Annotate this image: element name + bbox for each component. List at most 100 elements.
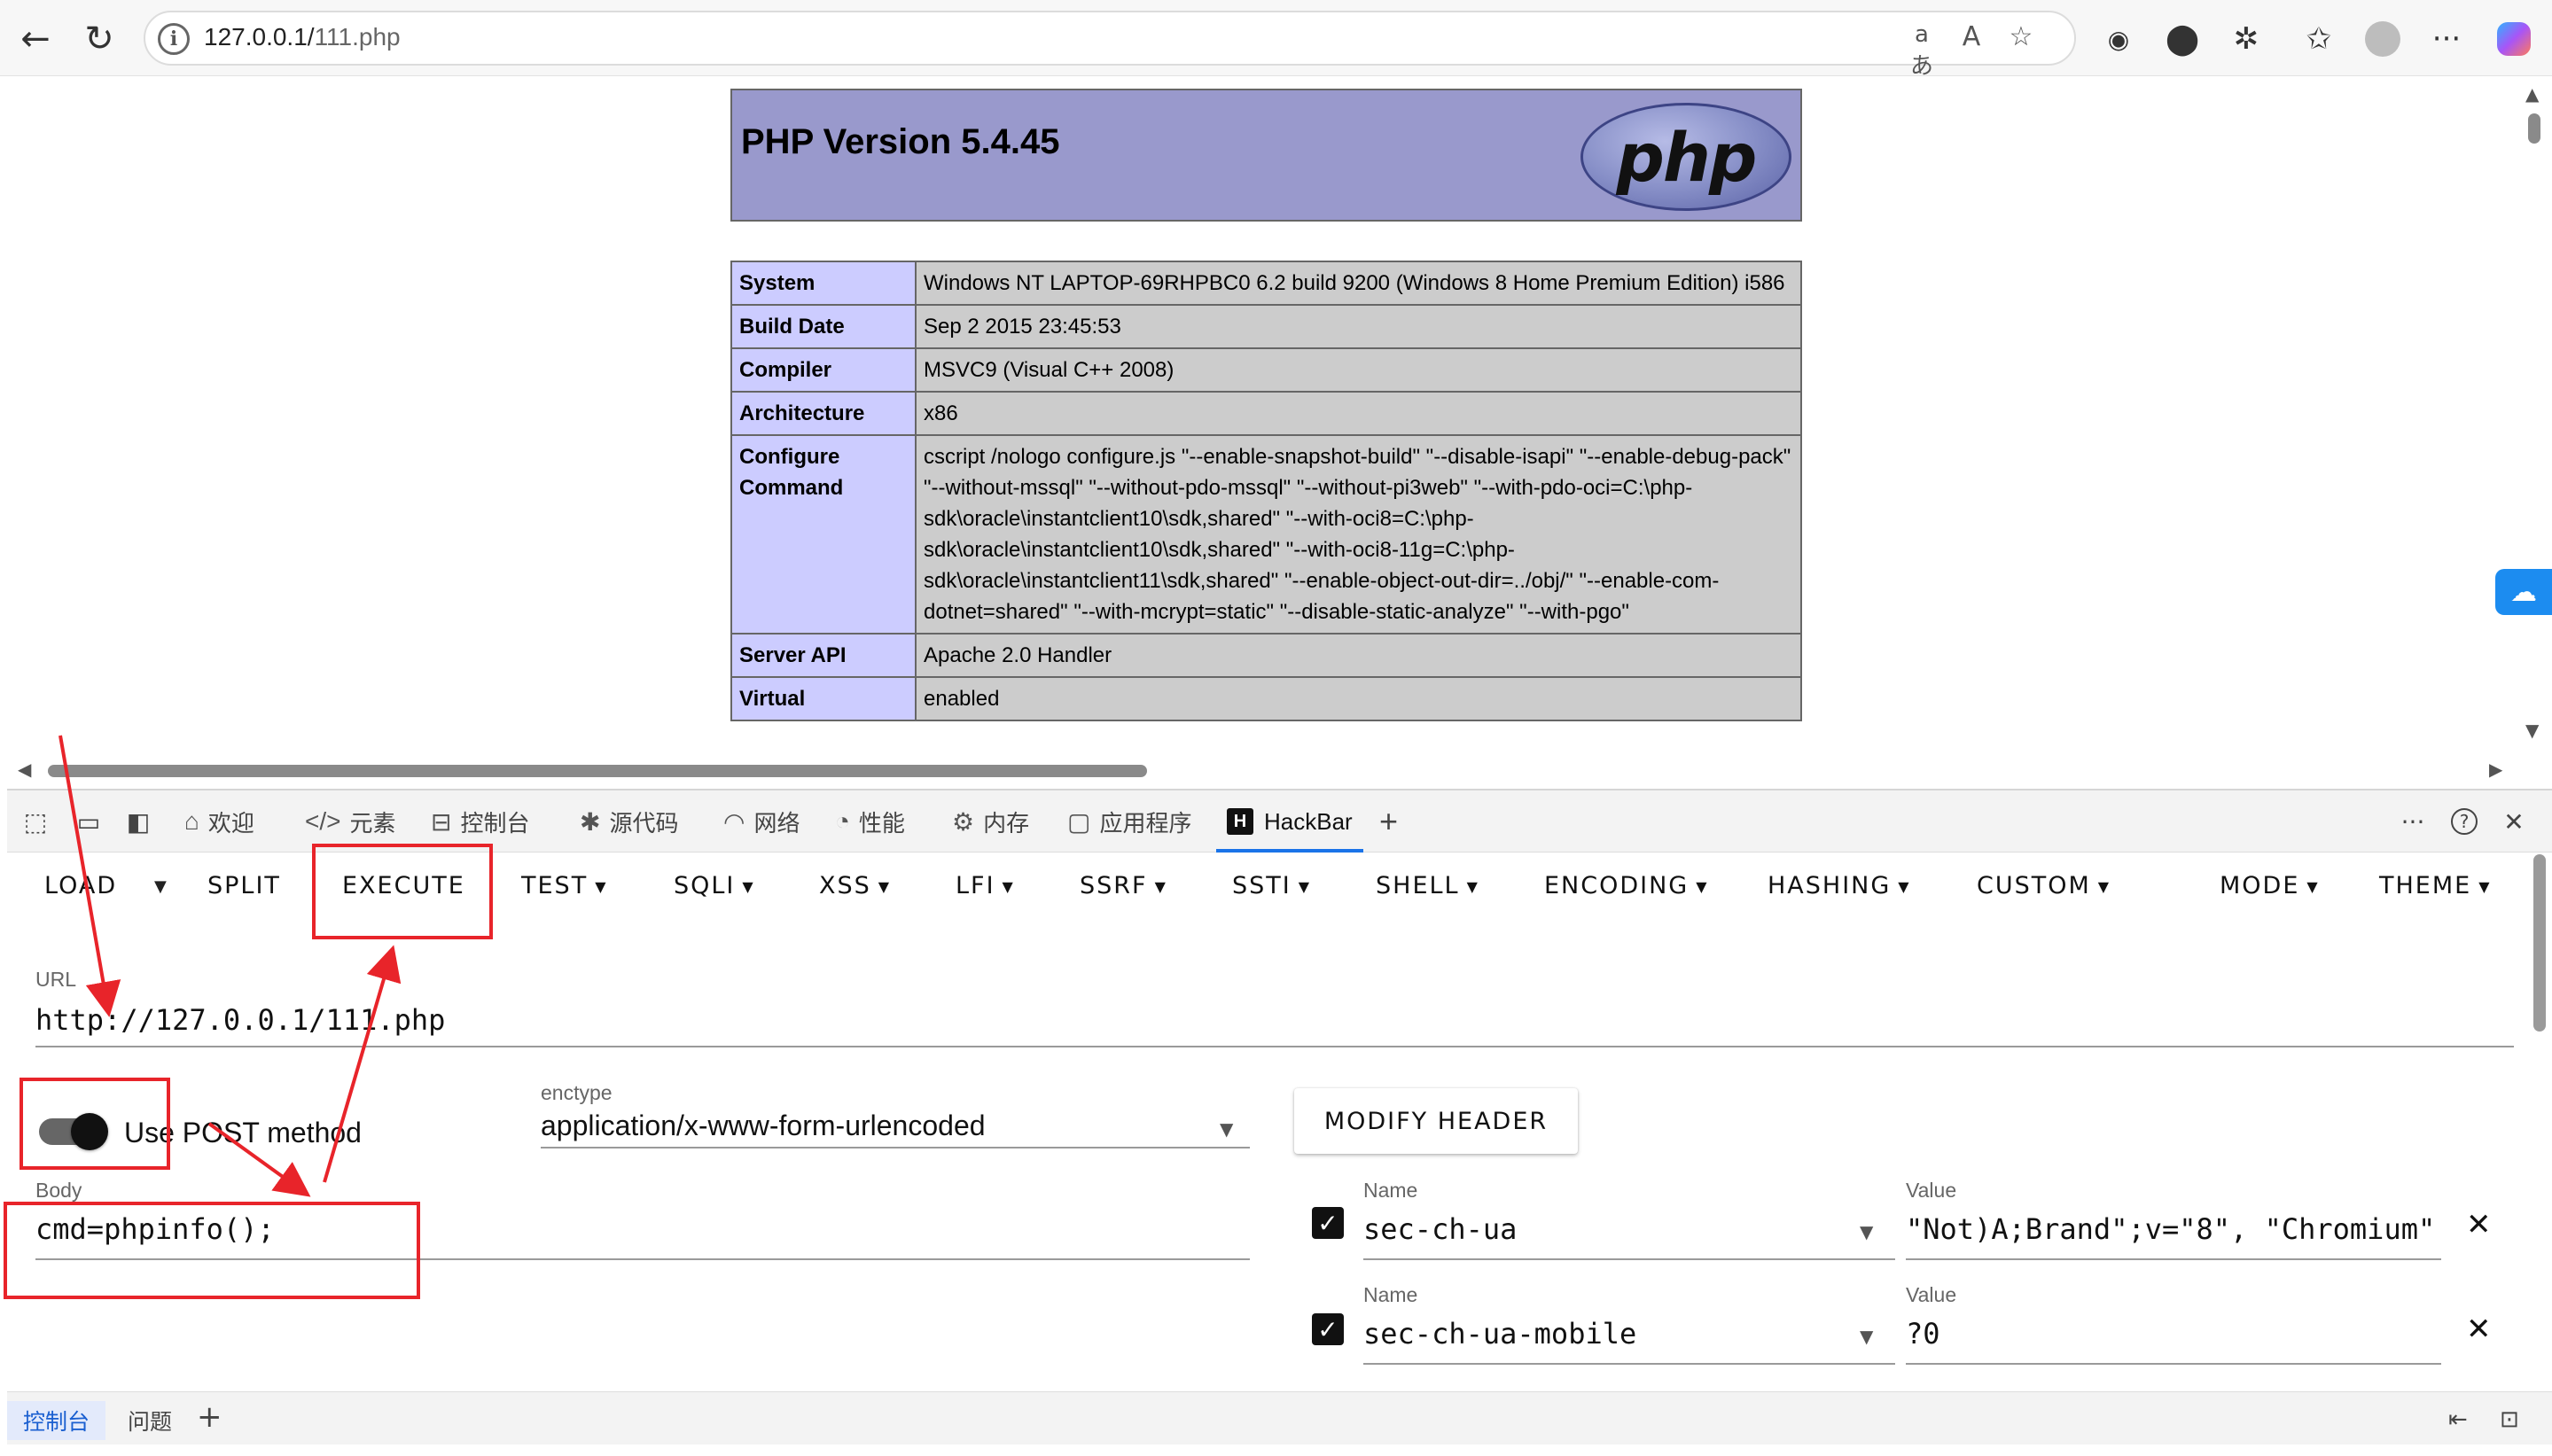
header-name-select[interactable]: sec-ch-ua-mobile bbox=[1363, 1317, 1636, 1351]
page-vertical-scrollbar[interactable]: ▲ ▼ bbox=[2520, 76, 2552, 759]
remove-header-icon[interactable]: ✕ bbox=[2466, 1207, 2492, 1242]
hashing-menu[interactable]: HASHING ▼ bbox=[1768, 872, 1911, 899]
header-name-select[interactable]: sec-ch-ua bbox=[1363, 1212, 1517, 1246]
mode-menu[interactable]: MODE ▼ bbox=[2220, 872, 2320, 899]
header-value-label: Value bbox=[1906, 1283, 1957, 1306]
theme-menu[interactable]: THEME ▼ bbox=[2379, 872, 2492, 899]
header-name-dropdown-icon[interactable]: ▼ bbox=[1860, 1326, 1873, 1347]
favorite-star-icon[interactable]: ☆ bbox=[2003, 21, 2039, 52]
table-row: System Windows NT LAPTOP-69RHPBC0 6.2 bui… bbox=[730, 261, 1802, 306]
scroll-thumb[interactable] bbox=[48, 765, 1147, 777]
tab-label: 网络 bbox=[753, 809, 800, 837]
header-name-dropdown-icon[interactable]: ▼ bbox=[1860, 1221, 1873, 1242]
add-tab-button[interactable]: + bbox=[1379, 801, 1398, 842]
url-host: 127.0.0.1/ bbox=[204, 23, 315, 51]
header-value-underline bbox=[1906, 1258, 2441, 1260]
menu-label: XSS bbox=[819, 872, 871, 899]
extension-circle-icon[interactable]: ⬤ bbox=[2161, 18, 2204, 60]
dock-drawer-icon[interactable]: ⇤ bbox=[2448, 1406, 2468, 1433]
drawer-add-button[interactable]: + bbox=[197, 1399, 222, 1435]
drawer-tab-console[interactable]: 控制台 bbox=[7, 1401, 106, 1440]
chip-icon: ⚙ bbox=[952, 807, 975, 836]
row-value: MSVC9 (Visual C++ 2008) bbox=[915, 347, 1802, 393]
php-version-header: PHP Version 5.4.45 php bbox=[730, 89, 1802, 222]
site-info-icon[interactable]: i bbox=[158, 23, 190, 55]
php-info-table: System Windows NT LAPTOP-69RHPBC0 6.2 bui… bbox=[730, 261, 1802, 721]
chevron-down-icon: ▼ bbox=[1298, 878, 1312, 895]
page-horizontal-scrollbar[interactable]: ◀ ▶ bbox=[7, 759, 2520, 783]
tab-hackbar[interactable]: H HackBar bbox=[1216, 801, 1363, 853]
tab-console[interactable]: ⊟ 控制台 bbox=[431, 801, 529, 842]
header-enabled-checkbox[interactable]: ✓ bbox=[1312, 1313, 1344, 1345]
gauge-icon: ◔ bbox=[835, 807, 850, 835]
chevron-down-icon: ▼ bbox=[1002, 878, 1015, 895]
sqli-menu[interactable]: SQLI ▼ bbox=[674, 872, 755, 899]
tab-sources[interactable]: ✱ 源代码 bbox=[580, 801, 678, 842]
header-enabled-checkbox[interactable]: ✓ bbox=[1312, 1207, 1344, 1239]
lfi-menu[interactable]: LFI ▼ bbox=[956, 872, 1015, 899]
ssrf-menu[interactable]: SSRF ▼ bbox=[1080, 872, 1167, 899]
read-aloud-icon[interactable]: A bbox=[1954, 21, 1989, 52]
scroll-right-icon[interactable]: ▶ bbox=[2489, 759, 2502, 780]
extensions-puzzle-icon[interactable]: ✲ bbox=[2225, 18, 2267, 60]
remove-header-icon[interactable]: ✕ bbox=[2466, 1312, 2492, 1347]
shell-menu[interactable]: SHELL ▼ bbox=[1376, 872, 1479, 899]
tab-performance[interactable]: ◔ 性能 bbox=[835, 801, 905, 842]
load-dropdown-icon[interactable]: ▼ bbox=[154, 877, 167, 896]
help-icon[interactable]: ? bbox=[2447, 806, 2482, 837]
encoding-menu[interactable]: ENCODING ▼ bbox=[1544, 872, 1709, 899]
tab-memory[interactable]: ⚙ 内存 bbox=[952, 801, 1029, 842]
tab-network[interactable]: ◠ 网络 bbox=[723, 801, 800, 842]
enctype-select[interactable]: application/x-www-form-urlencoded bbox=[541, 1110, 986, 1142]
xss-menu[interactable]: XSS ▼ bbox=[819, 872, 891, 899]
body-label: Body bbox=[35, 1179, 82, 1202]
row-value: Windows NT LAPTOP-69RHPBC0 6.2 build 920… bbox=[915, 261, 1802, 306]
menu-label: SHELL bbox=[1376, 872, 1460, 899]
url-input[interactable]: http://127.0.0.1/111.php bbox=[35, 1003, 445, 1037]
menu-label: LFI bbox=[956, 872, 995, 899]
code-icon: </> bbox=[305, 807, 341, 835]
chevron-down-icon: ▼ bbox=[1154, 878, 1167, 895]
test-menu[interactable]: TEST ▼ bbox=[521, 872, 608, 899]
load-button[interactable]: LOAD bbox=[44, 872, 117, 899]
tab-application[interactable]: ▢ 应用程序 bbox=[1067, 801, 1191, 842]
more-options-icon[interactable]: ··· bbox=[2395, 806, 2431, 837]
expand-drawer-icon[interactable]: ⊡ bbox=[2500, 1406, 2519, 1433]
close-devtools-icon[interactable]: ✕ bbox=[2496, 806, 2532, 837]
modify-header-button[interactable]: MODIFY HEADER bbox=[1294, 1088, 1578, 1154]
profile-avatar-icon[interactable] bbox=[2361, 18, 2404, 60]
menu-more-icon[interactable]: ··· bbox=[2425, 18, 2468, 60]
scroll-left-icon[interactable]: ◀ bbox=[18, 759, 31, 780]
tab-label: 欢迎 bbox=[207, 809, 254, 837]
chevron-down-icon: ▼ bbox=[1466, 878, 1479, 895]
favorites-icon[interactable]: ✩ bbox=[2298, 18, 2340, 60]
execute-highlight-box bbox=[312, 844, 493, 939]
drawer-tab-issues[interactable]: 问题 bbox=[112, 1401, 188, 1440]
chevron-down-icon: ▼ bbox=[1898, 878, 1911, 895]
translate-icon[interactable]: aあ bbox=[1904, 21, 1939, 81]
scroll-thumb[interactable] bbox=[2528, 113, 2540, 144]
url-underline bbox=[35, 1046, 2514, 1047]
devtools-scrollbar[interactable] bbox=[2533, 854, 2546, 1032]
scroll-down-icon[interactable]: ▼ bbox=[2525, 720, 2539, 741]
refresh-icon[interactable]: ↻ bbox=[76, 16, 122, 62]
ssti-menu[interactable]: SSTI ▼ bbox=[1232, 872, 1311, 899]
inspect-element-icon[interactable]: ⬚ bbox=[18, 806, 53, 837]
split-button[interactable]: SPLIT bbox=[207, 872, 281, 899]
header-value-input[interactable]: "Not)A;Brand";v="8", "Chromium" bbox=[1906, 1212, 2441, 1246]
dock-side-icon[interactable]: ◧ bbox=[121, 806, 156, 837]
copilot-icon[interactable] bbox=[2493, 18, 2535, 60]
back-arrow-icon[interactable]: ← bbox=[12, 16, 59, 62]
header-name-label: Name bbox=[1363, 1283, 1418, 1306]
baidu-cloud-icon[interactable]: ☁ bbox=[2495, 569, 2552, 615]
tab-welcome[interactable]: ⌂ 欢迎 bbox=[184, 801, 254, 842]
address-bar[interactable]: i 127.0.0.1/111.php aあ A ☆ bbox=[144, 11, 2076, 80]
enctype-dropdown-icon[interactable]: ▼ bbox=[1220, 1118, 1233, 1140]
device-emulation-icon[interactable]: ▭ bbox=[71, 806, 106, 837]
menu-label: CUSTOM bbox=[1977, 872, 2091, 899]
custom-menu[interactable]: CUSTOM ▼ bbox=[1977, 872, 2111, 899]
scroll-up-icon[interactable]: ▲ bbox=[2525, 83, 2539, 105]
header-value-input[interactable]: ?0 bbox=[1906, 1317, 1940, 1351]
extension-eye-icon[interactable]: ◉ bbox=[2097, 18, 2140, 60]
tab-elements[interactable]: </> 元素 bbox=[305, 801, 396, 842]
